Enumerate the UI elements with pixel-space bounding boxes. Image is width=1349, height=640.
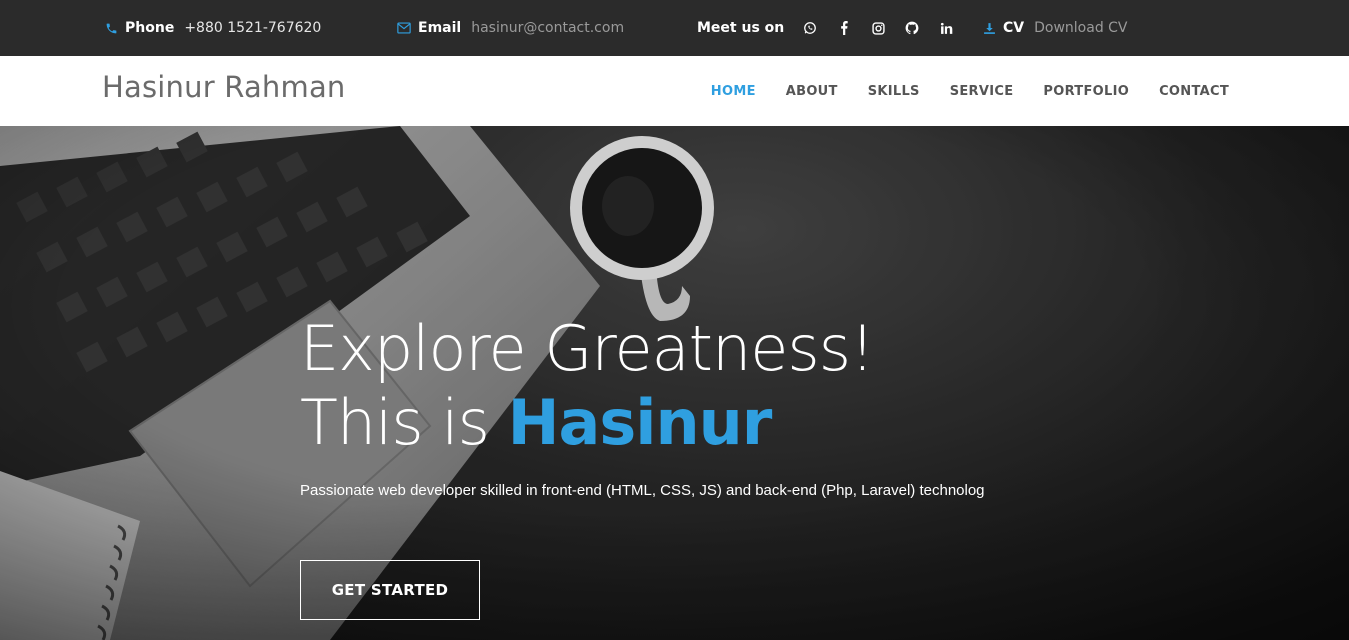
github-icon[interactable] xyxy=(904,20,920,36)
nav-service[interactable]: SERVICE xyxy=(950,84,1014,99)
main-nav: HOME ABOUT SKILLS SERVICE PORTFOLIO CONT… xyxy=(681,56,1229,126)
email-info: Email hasinur@contact.com xyxy=(397,0,624,56)
hero-title-prefix: This is xyxy=(300,386,508,459)
hero-title-line1: Explore Greatness! xyxy=(300,312,875,385)
download-cv-link[interactable]: Download CV xyxy=(1034,20,1127,36)
envelope-icon xyxy=(397,21,411,35)
email-address[interactable]: hasinur@contact.com xyxy=(471,20,624,36)
hero-title-line2: This is Hasinur xyxy=(300,386,874,460)
cv-label: CV xyxy=(1003,20,1025,36)
brand-logo[interactable]: Hasinur Rahman xyxy=(102,70,346,104)
email-label: Email xyxy=(418,20,462,36)
nav-skills[interactable]: SKILLS xyxy=(868,84,920,99)
phone-info: Phone +880 1521-767620 xyxy=(104,0,321,56)
hero-title-accent: Hasinur xyxy=(507,386,773,459)
site-header: Hasinur Rahman HOME ABOUT SKILLS SERVICE… xyxy=(0,56,1349,126)
cv-info: CV Download CV xyxy=(982,0,1128,56)
linkedin-icon[interactable] xyxy=(938,20,954,36)
nav-about[interactable]: ABOUT xyxy=(786,84,838,99)
phone-label: Phone xyxy=(125,20,175,36)
hero-section: Explore Greatness! This is Hasinur Passi… xyxy=(0,126,1349,640)
nav-portfolio[interactable]: PORTFOLIO xyxy=(1043,84,1129,99)
get-started-button[interactable]: GET STARTED xyxy=(300,560,480,620)
hero-title: Explore Greatness! This is Hasinur xyxy=(300,312,875,460)
social-label: Meet us on xyxy=(697,20,785,36)
instagram-icon[interactable] xyxy=(870,20,886,36)
whatsapp-icon[interactable] xyxy=(802,20,818,36)
phone-number[interactable]: +880 1521-767620 xyxy=(184,20,321,36)
nav-home[interactable]: HOME xyxy=(711,84,756,99)
phone-icon xyxy=(104,21,118,35)
facebook-icon[interactable] xyxy=(836,20,852,36)
download-icon xyxy=(982,21,996,35)
hero-subtitle: Passionate web developer skilled in fron… xyxy=(300,482,985,499)
social-links: Meet us on xyxy=(697,0,954,56)
nav-contact[interactable]: CONTACT xyxy=(1159,84,1229,99)
top-bar: Phone +880 1521-767620 Email hasinur@con… xyxy=(0,0,1349,56)
